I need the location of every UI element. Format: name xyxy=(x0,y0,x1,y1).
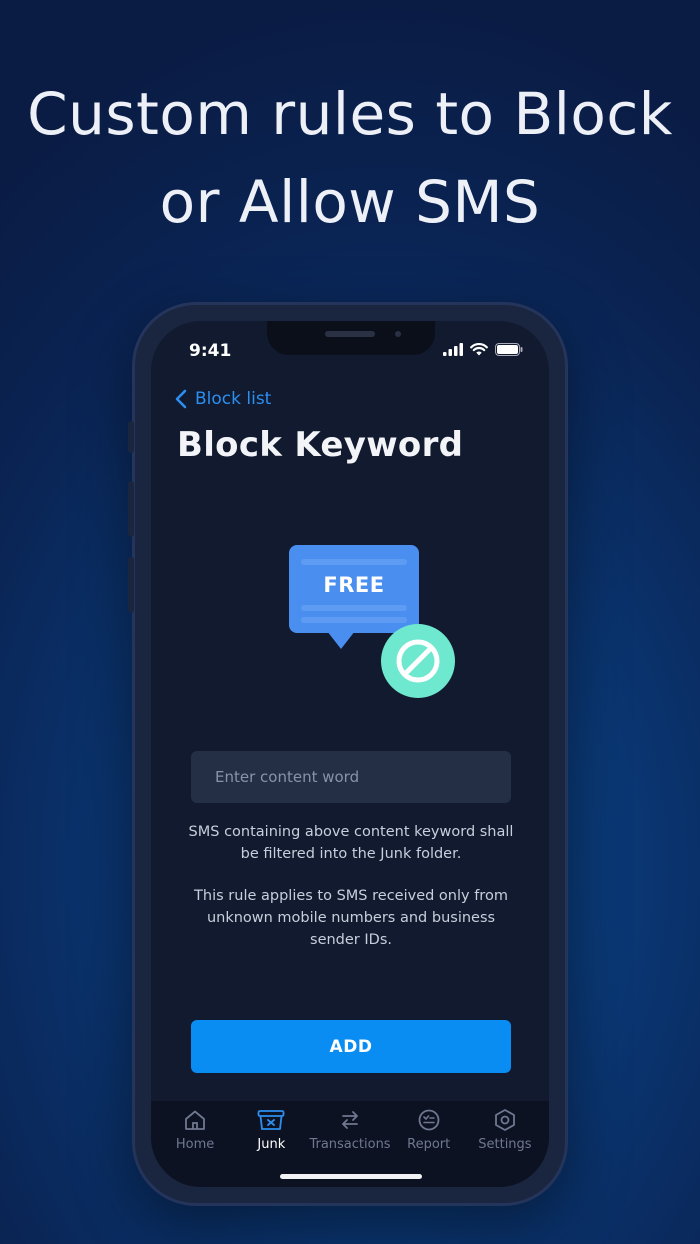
phone-frame: 9:41 Block list Block Keyword FREE Enter… xyxy=(128,302,568,1206)
headline: Custom rules to Block or Allow SMS xyxy=(0,70,700,246)
tab-report-label: Report xyxy=(407,1137,451,1152)
home-indicator[interactable] xyxy=(280,1174,422,1179)
page-title: Block Keyword xyxy=(177,425,464,465)
home-icon xyxy=(185,1110,206,1130)
chevron-left-icon xyxy=(175,389,187,409)
volume-down-button xyxy=(128,557,134,613)
description-filter: SMS containing above content keyword sha… xyxy=(171,821,531,865)
description-scope-line-3: sender IDs. xyxy=(310,932,392,948)
content-word-input[interactable] xyxy=(191,751,511,803)
add-button[interactable]: ADD xyxy=(191,1020,511,1073)
tab-transactions-label: Transactions xyxy=(309,1137,391,1152)
junk-icon xyxy=(257,1110,285,1130)
report-icon xyxy=(418,1109,440,1131)
status-icons xyxy=(443,343,523,356)
description-filter-line-1: SMS containing above content keyword sha… xyxy=(188,824,514,840)
tab-settings[interactable]: Settings xyxy=(467,1101,543,1187)
keyword-illustration: FREE xyxy=(287,543,467,703)
wifi-icon xyxy=(470,343,488,356)
status-time: 9:41 xyxy=(189,341,232,361)
headline-line-2: or Allow SMS xyxy=(159,168,541,236)
headline-line-1: Custom rules to Block xyxy=(27,80,673,148)
tab-settings-label: Settings xyxy=(478,1137,532,1152)
speaker xyxy=(325,331,375,337)
description-scope-line-1: This rule applies to SMS received only f… xyxy=(194,888,508,904)
transfer-icon xyxy=(342,1111,358,1129)
tab-home-label: Home xyxy=(175,1137,215,1152)
phone-screen: 9:41 Block list Block Keyword FREE Enter… xyxy=(151,321,549,1187)
back-label: Block list xyxy=(195,389,272,409)
settings-icon xyxy=(495,1109,515,1131)
bubble-keyword: FREE xyxy=(323,573,385,597)
back-button[interactable]: Block list xyxy=(175,389,271,409)
volume-up-button xyxy=(128,481,134,537)
battery-icon xyxy=(495,343,523,356)
tab-junk-label: Junk xyxy=(257,1137,286,1152)
notch xyxy=(267,321,435,355)
front-camera xyxy=(395,331,401,337)
mute-switch xyxy=(128,421,134,453)
description-filter-line-2: be filtered into the Junk folder. xyxy=(240,846,462,862)
chat-bubble-icon xyxy=(289,545,455,698)
signal-icon xyxy=(443,343,463,356)
tab-home[interactable]: Home xyxy=(157,1101,233,1187)
description-scope-line-2: unknown mobile numbers and business xyxy=(206,910,496,926)
description-scope: This rule applies to SMS received only f… xyxy=(171,885,531,951)
